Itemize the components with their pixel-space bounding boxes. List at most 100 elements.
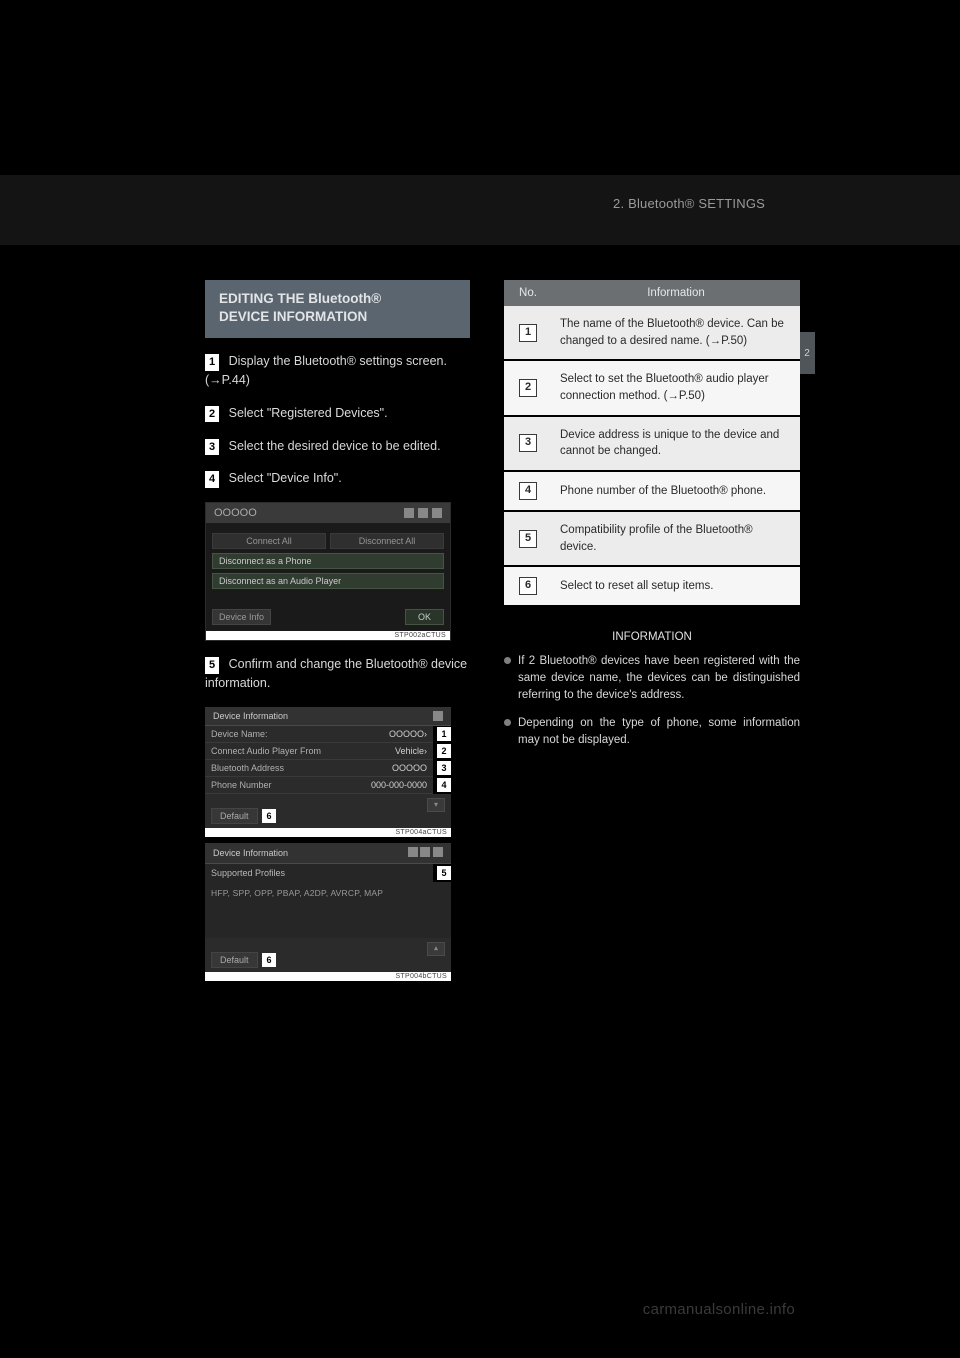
connect-audio-value: Vehicle›: [395, 746, 427, 756]
table-cell-6: Select to reset all setup items.: [552, 566, 800, 606]
step-1: 1 Display the Bluetooth® settings screen…: [205, 352, 470, 390]
phone-number-value: 000-000-0000: [371, 780, 427, 790]
table-cell-2: Select to set the Bluetooth® audio playe…: [552, 360, 800, 415]
device-info-header-2: Device Information: [205, 843, 451, 864]
table-cell-3: Device address is unique to the device a…: [552, 416, 800, 471]
bt-address-value: OOOOO: [392, 763, 427, 773]
info-table: No. Information 1 The name of the Blueto…: [504, 280, 800, 607]
bluetooth-icon: [418, 508, 428, 518]
phone-icon: [420, 847, 430, 857]
information-block: INFORMATION If 2 Bluetooth® devices have…: [504, 631, 800, 748]
information-bullet-1: If 2 Bluetooth® devices have been regist…: [504, 653, 800, 703]
ui-screenshot-device-info-2: Device Information Supported Profiles 5: [205, 843, 451, 981]
information-bullet-2: Depending on the type of phone, some inf…: [504, 715, 800, 748]
ui-screenshot-connection: OOOOO Connect All Disconnect All Disconn…: [205, 502, 451, 641]
status-icons-2: [408, 847, 443, 859]
step-4-suffix: .: [338, 471, 341, 485]
step-2-suffix: .: [384, 406, 387, 420]
ui-screenshot-device-info-1: Device Information Device Name: OOOOO› 1…: [205, 707, 451, 837]
step-2-prefix: Select: [229, 406, 267, 420]
row-connect-audio: Connect Audio Player From Vehicle›: [205, 743, 433, 760]
table-cell-5: Compatibility profile of the Bluetooth® …: [552, 511, 800, 566]
row-bt-address: Bluetooth Address OOOOO: [205, 760, 433, 777]
profiles-list: HFP, SPP, OPP, PBAP, A2DP, AVRCP, MAP: [211, 888, 445, 898]
step-3-number: 3: [205, 439, 219, 456]
section-line1: EDITING THE Bluetooth®: [219, 290, 456, 308]
step-2-quote: "Registered Devices": [267, 406, 384, 420]
scroll-up-icon: ▾: [427, 942, 445, 956]
status-icons: [404, 508, 442, 518]
status-bar: OOOOO: [206, 503, 450, 523]
image-ref-3: STP004bCTUS: [205, 972, 451, 981]
ok-button: OK: [405, 609, 444, 625]
disconnect-phone-button: Disconnect as a Phone: [212, 553, 444, 569]
section-line2: DEVICE INFORMATION: [219, 308, 456, 326]
default-button: Default: [211, 808, 258, 824]
callout-6b: 6: [262, 953, 276, 967]
table-row: 4 Phone number of the Bluetooth® phone.: [504, 471, 800, 511]
breadcrumb: 2. Bluetooth® SETTINGS: [613, 196, 765, 211]
connect-audio-label: Connect Audio Player From: [211, 746, 321, 756]
step-4-prefix: Select: [229, 471, 267, 485]
step-3-text: Select the desired device to be edited.: [229, 439, 441, 453]
default-row: Default 6: [205, 802, 451, 828]
callout-3: 3: [437, 761, 451, 775]
information-list: If 2 Bluetooth® devices have been regist…: [504, 653, 800, 748]
section-heading: EDITING THE Bluetooth® DEVICE INFORMATIO…: [205, 280, 470, 338]
table-row: 3 Device address is unique to the device…: [504, 416, 800, 471]
table-num-1: 1: [519, 324, 537, 342]
table-cell-4: Phone number of the Bluetooth® phone.: [552, 471, 800, 511]
step-3: 3 Select the desired device to be edited…: [205, 437, 470, 456]
disconnect-all-button: Disconnect All: [330, 533, 444, 549]
step-5-text: Confirm and change the Bluetooth® device…: [205, 657, 467, 690]
image-ref-2: STP004aCTUS: [205, 828, 451, 837]
step-4-quote: "Device Info": [267, 471, 338, 485]
signal-icon: [408, 847, 418, 857]
table-num-6: 6: [519, 577, 537, 595]
step-2-number: 2: [205, 406, 219, 423]
image-ref-1: STP002aCTUS: [206, 631, 450, 640]
device-name-value: OOOOO›: [389, 729, 427, 739]
information-heading: INFORMATION: [504, 631, 800, 643]
step-4: 4 Select "Device Info".: [205, 469, 470, 488]
device-info-button: Device Info: [212, 609, 271, 625]
table-head-no: No.: [504, 280, 552, 306]
signal-icon: [404, 508, 414, 518]
device-info-title-2: Device Information: [213, 848, 288, 858]
device-info-footer: ▾: [205, 794, 451, 802]
table-cell-1: The name of the Bluetooth® device. Can b…: [552, 306, 800, 360]
back-icon: [433, 847, 443, 857]
step-1-number: 1: [205, 354, 219, 371]
step-4-number: 4: [205, 471, 219, 488]
row-phone-number: Phone Number 000-000-0000: [205, 777, 433, 794]
table-row: 5 Compatibility profile of the Bluetooth…: [504, 511, 800, 566]
step-5-number: 5: [205, 657, 219, 674]
callout-4: 4: [437, 778, 451, 792]
step-5: 5 Confirm and change the Bluetooth® devi…: [205, 655, 470, 693]
back-icon: [432, 508, 442, 518]
device-info-title: Device Information: [213, 711, 288, 721]
scroll-down-icon: ▾: [427, 798, 445, 812]
profile-list-row: HFP, SPP, OPP, PBAP, A2DP, AVRCP, MAP: [205, 882, 451, 902]
default-row-2: Default 6: [205, 946, 451, 972]
table-num-4: 4: [519, 482, 537, 500]
supported-profiles-label: Supported Profiles: [211, 868, 285, 878]
default-button-2: Default: [211, 952, 258, 968]
device-info-header: Device Information: [205, 707, 451, 726]
phone-number-label: Phone Number: [211, 780, 272, 790]
row-device-name: Device Name: OOOOO›: [205, 726, 433, 743]
table-row: 1 The name of the Bluetooth® device. Can…: [504, 306, 800, 360]
callout-5: 5: [437, 866, 451, 880]
side-tab-2: 2: [799, 332, 815, 374]
table-row: 6 Select to reset all setup items.: [504, 566, 800, 606]
status-text: OOOOO: [214, 507, 257, 519]
callout-2: 2: [437, 744, 451, 758]
callout-1: 1: [437, 727, 451, 741]
table-num-5: 5: [519, 530, 537, 548]
table-head-info: Information: [552, 280, 800, 306]
back-icon: [433, 711, 443, 721]
step-1-text: Display the Bluetooth® settings screen. …: [205, 354, 447, 387]
supported-profiles-row: Supported Profiles: [205, 864, 433, 882]
callout-6a: 6: [262, 809, 276, 823]
watermark: carmanualsonline.info: [643, 1301, 795, 1318]
